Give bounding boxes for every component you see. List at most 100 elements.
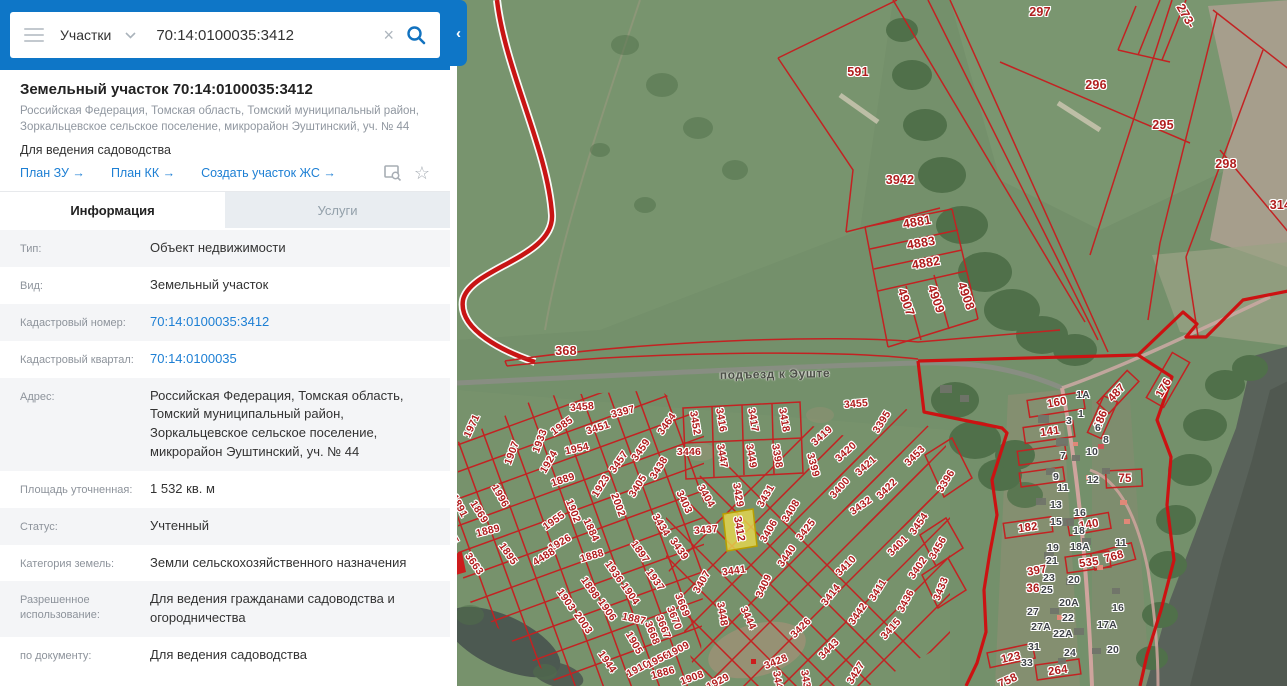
parcel-label[interactable]: 1971	[461, 413, 482, 440]
parcel-label[interactable]: 3434	[650, 512, 673, 539]
parcel-label[interactable]: 295	[1152, 118, 1173, 132]
parcel-label[interactable]: 4908	[955, 280, 978, 312]
plan-zu-link[interactable]: План ЗУ →	[20, 166, 85, 180]
parcel-label[interactable]: 141	[1039, 425, 1060, 440]
row-value-link[interactable]: 70:14:0100035:3412	[148, 313, 450, 332]
parcel-label[interactable]: 3407	[691, 569, 713, 596]
parcel-label[interactable]: 3426	[788, 615, 814, 641]
search-input[interactable]	[154, 25, 384, 45]
tab-information[interactable]: Информация	[0, 192, 225, 229]
parcel-label[interactable]: 3445	[770, 670, 786, 686]
parcel-label[interactable]: 182	[1017, 521, 1038, 536]
parcel-label[interactable]: 297	[1029, 5, 1050, 19]
parcel-label[interactable]: 1897	[628, 539, 652, 566]
parcel-label[interactable]: 1889	[475, 522, 501, 539]
parcel-label[interactable]: 4907	[895, 286, 918, 318]
parcel-label[interactable]: 3400	[827, 475, 852, 501]
parcel-label[interactable]: 3448	[714, 601, 730, 627]
parcel-label[interactable]: 3403	[673, 489, 694, 516]
parcel-label[interactable]: 4881	[902, 213, 933, 232]
parcel-label[interactable]: 3398	[769, 443, 785, 469]
parcel-label[interactable]: 3451	[585, 419, 612, 438]
parcel-label[interactable]: 3453	[902, 443, 928, 469]
parcel-label[interactable]: 3427	[845, 660, 868, 686]
parcel-label[interactable]: 3421	[853, 453, 879, 478]
parcel-label[interactable]: 3455	[843, 397, 868, 411]
create-parcel-link[interactable]: Создать участок ЖС →	[201, 166, 336, 180]
collapse-panel-button[interactable]: ‹	[450, 0, 467, 66]
parcel-label[interactable]: 3395	[871, 409, 894, 436]
parcel-label[interactable]: 1889	[550, 471, 577, 490]
parcel-label[interactable]: 3663	[462, 551, 486, 578]
parcel-label[interactable]: 3449	[743, 443, 759, 469]
parcel-label[interactable]: 1933	[530, 428, 550, 455]
preview-icon[interactable]	[384, 165, 402, 182]
parcel-label[interactable]: 758	[996, 671, 1019, 686]
parcel-label[interactable]: 3442	[846, 601, 870, 628]
map-viewport[interactable]: 591 297 296 295 298 273- 3146 3942 4881 48834882 4…	[457, 0, 1287, 686]
parcel-label[interactable]: 3404	[695, 483, 717, 510]
parcel-label[interactable]: 3446	[677, 446, 701, 458]
parcel-label[interactable]: 3428	[763, 652, 790, 672]
parcel-label[interactable]: 3396	[935, 468, 958, 495]
parcel-label[interactable]: 1905	[623, 630, 645, 657]
parcel-label[interactable]: 1955	[541, 509, 568, 533]
parcel-label[interactable]: 2003	[571, 610, 595, 637]
parcel-label[interactable]: 3942	[886, 173, 915, 187]
parcel-label[interactable]: 264	[1047, 664, 1068, 679]
parcel-label[interactable]: 3429	[730, 482, 746, 508]
parcel-label[interactable]: 368	[555, 344, 576, 358]
parcel-label[interactable]: 1944	[595, 649, 619, 676]
chevron-down-icon[interactable]	[125, 26, 136, 44]
parcel-label[interactable]: 4882	[911, 254, 942, 273]
parcel-label[interactable]: 1954	[564, 441, 590, 458]
parcel-label[interactable]: 3438	[648, 455, 671, 482]
parcel-label[interactable]: 160	[1046, 395, 1068, 410]
parcel-label[interactable]: 3409	[753, 573, 774, 600]
parcel-label[interactable]: 3405	[627, 473, 650, 500]
parcel-label[interactable]: 3452	[687, 410, 703, 436]
parcel-label[interactable]: 1996	[489, 483, 511, 510]
parcel-label[interactable]: 2002	[608, 492, 628, 519]
parcel-label[interactable]: 3402	[906, 555, 930, 582]
parcel-label[interactable]: 3415	[878, 616, 903, 642]
parcel-label[interactable]: 1888	[579, 547, 606, 565]
parcel-label[interactable]: 1884	[580, 517, 601, 544]
parcel-label[interactable]: 3417	[745, 407, 761, 433]
parcel-label[interactable]: 1909	[665, 639, 692, 661]
parcel-label[interactable]: 4883	[906, 234, 937, 253]
parcel-label[interactable]: 36	[1026, 583, 1039, 595]
parcel-label[interactable]: 3406	[758, 518, 780, 545]
parcel-label[interactable]: 273-	[1173, 1, 1198, 30]
parcel-label[interactable]: 3444	[737, 605, 758, 632]
parcel-label[interactable]: 1903	[554, 587, 578, 614]
parcel-label[interactable]: 3414	[819, 582, 843, 608]
menu-icon[interactable]	[24, 28, 44, 42]
parcel-label[interactable]: 1937	[643, 567, 667, 594]
clear-search-icon[interactable]: ×	[383, 26, 394, 44]
parcel-label[interactable]: 3432	[848, 494, 875, 518]
parcel-label[interactable]: 3411	[867, 577, 890, 603]
parcel-label[interactable]: 591	[847, 65, 868, 79]
parcel-label[interactable]: 298	[1215, 157, 1236, 171]
parcel-label[interactable]: 1908	[679, 668, 706, 686]
search-category-dropdown[interactable]: Участки	[60, 27, 111, 43]
parcel-label[interactable]: 3441	[721, 563, 747, 578]
parcel-label[interactable]: 3418	[776, 407, 792, 433]
plan-kk-link[interactable]: План КК →	[111, 166, 175, 180]
parcel-label[interactable]: 3454	[907, 511, 931, 538]
parcel-label[interactable]: 3410	[833, 553, 859, 579]
parcel-label[interactable]: 296	[1085, 78, 1106, 92]
parcel-label[interactable]: 3440	[775, 543, 799, 570]
parcel-label[interactable]: 3436	[895, 588, 917, 615]
parcel-label[interactable]: 3416	[713, 407, 729, 433]
parcel-label[interactable]: 3447	[714, 443, 730, 469]
parcel-label[interactable]: 1975	[457, 520, 461, 547]
favorite-star-icon[interactable]: ☆	[414, 164, 430, 182]
parcel-label[interactable]: 4488	[531, 546, 558, 569]
parcel-label[interactable]: 75	[1118, 473, 1131, 485]
parcel-label[interactable]: 1907	[502, 440, 522, 467]
parcel-label[interactable]: 1869	[468, 499, 491, 526]
parcel-label[interactable]: 3437	[693, 523, 718, 537]
parcel-label[interactable]: 176	[1154, 376, 1174, 399]
